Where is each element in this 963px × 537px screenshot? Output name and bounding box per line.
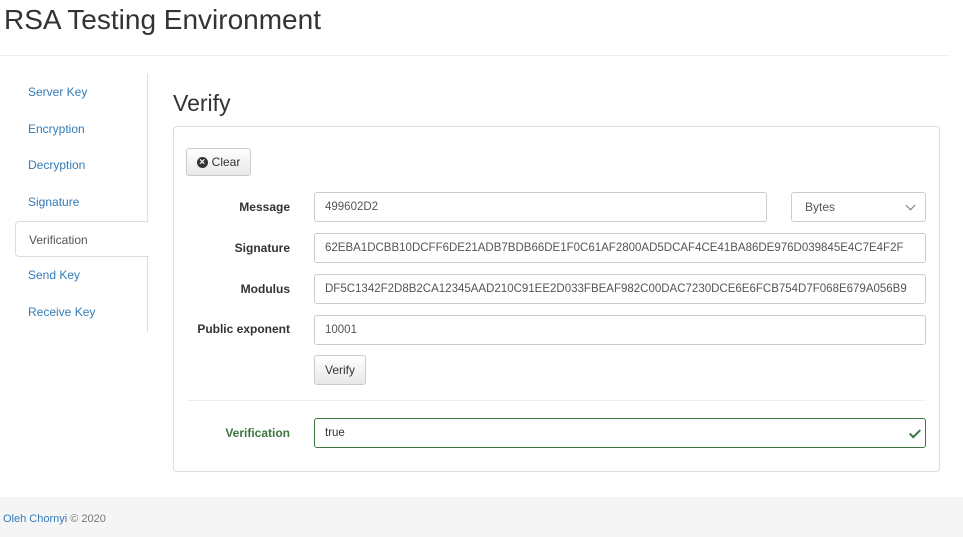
signature-label: Signature [234,241,290,255]
verify-panel: × Clear Message 499602D2 Bytes Signature… [173,126,940,472]
verification-result-label: Verification [225,426,290,440]
clear-button[interactable]: × Clear [186,148,251,176]
modulus-value: DF5C1342F2D8B2CA12345AAD210C91EE2D033FBE… [325,283,907,295]
sidebar-item-encryption[interactable]: Encryption [15,111,148,147]
format-select[interactable]: Bytes [791,192,926,222]
signature-input[interactable]: 62EBA1DCBB10DCFF6DE21ADB7BDB66DE1F0C61AF… [314,233,926,263]
verify-button[interactable]: Verify [314,355,366,385]
clear-button-label: Clear [211,155,241,169]
checkmark-icon [908,426,922,439]
verification-result-value: true [325,427,345,439]
copyright-text: © 2020 [70,513,106,525]
sidebar-item-receive-key[interactable]: Receive Key [15,294,148,330]
chevron-down-icon [905,200,916,211]
sidebar-item-verification[interactable]: Verification [15,221,149,257]
format-select-value: Bytes [805,200,836,214]
sidebar-nav: Server Key Encryption Decryption Signatu… [15,74,149,332]
section-title: Verify [173,90,231,116]
sidebar-item-decryption[interactable]: Decryption [15,147,148,183]
public-exponent-input[interactable]: 10001 [314,315,926,345]
sidebar-item-server-key[interactable]: Server Key [15,74,148,110]
form-divider [188,400,926,401]
public-exponent-value: 10001 [325,324,357,336]
title-divider [0,55,950,56]
page-title: RSA Testing Environment [4,4,321,35]
message-value: 499602D2 [325,201,379,213]
message-label: Message [239,200,290,214]
modulus-label: Modulus [240,282,290,296]
signature-value: 62EBA1DCBB10DCFF6DE21ADB7BDB66DE1F0C61AF… [325,242,904,254]
footer: Oleh Chornyi © 2020 [0,497,963,537]
modulus-input[interactable]: DF5C1342F2D8B2CA12345AAD210C91EE2D033FBE… [314,274,926,304]
author-link[interactable]: Oleh Chornyi [3,513,67,525]
sidebar-item-send-key[interactable]: Send Key [15,257,148,293]
verification-result-field[interactable]: true [314,418,926,448]
circle-x-icon: × [196,156,208,168]
footer-copyright: Oleh Chornyi © 2020 [3,513,106,525]
message-input[interactable]: 499602D2 [314,192,767,222]
sidebar-item-signature[interactable]: Signature [15,184,148,220]
public-exponent-label: Public exponent [197,322,290,336]
